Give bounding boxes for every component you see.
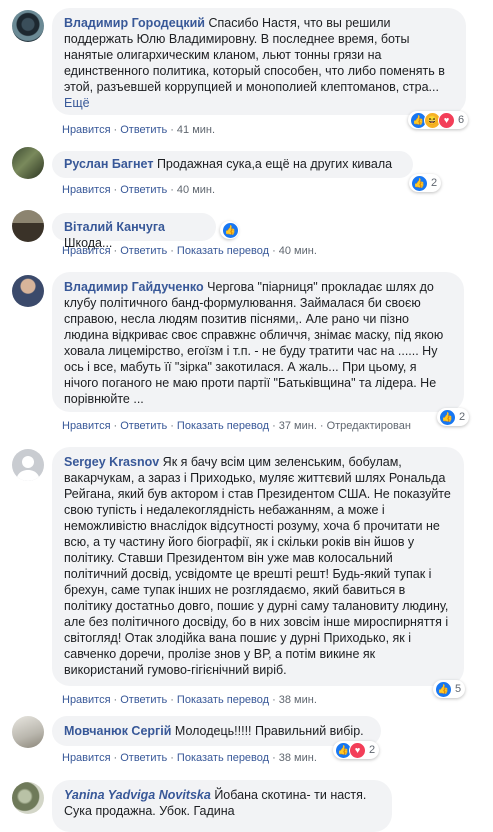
comment-bubble: Sergey Krasnov Як я бачу всім цим зеленс… [52, 447, 464, 686]
see-more-link[interactable]: Ещё [64, 96, 90, 110]
comment-actions: Нравится · Ответить · 40 мин. [62, 184, 216, 196]
reply-link[interactable]: Ответить [120, 245, 167, 257]
comment-author[interactable]: Віталий Канчуга [64, 220, 165, 234]
comment-time[interactable]: 40 мин. [279, 245, 317, 257]
reaction-count: 2 [431, 177, 438, 189]
like-link[interactable]: Нравится [62, 184, 111, 196]
love-icon: ♥ [349, 741, 366, 759]
comment-time[interactable]: 38 мин. [279, 694, 317, 706]
comment-actions: Нравится · Ответить · Показать перевод · 38 ми… [62, 694, 317, 706]
see-translation-link[interactable]: Показать перевод [177, 245, 269, 257]
see-translation-link[interactable]: Показать перевод [177, 420, 269, 432]
avatar[interactable] [12, 782, 44, 814]
comment-time[interactable]: 41 мин. [177, 124, 215, 136]
comment-time[interactable]: 40 мин. [177, 184, 215, 196]
comment-time[interactable]: 38 мин. [279, 752, 317, 764]
reaction-summary[interactable]: 👍 ♥ 2 [333, 741, 380, 759]
comment-text: Молодець!!!!! Правильний вибір. [174, 724, 364, 738]
reaction-summary[interactable]: 👍 5 [433, 680, 466, 698]
see-translation-link[interactable]: Показать перевод [177, 694, 269, 706]
like-link[interactable]: Нравится [62, 694, 111, 706]
comment-bubble: Владимир Гайдученко Чергова "піарниця" п… [52, 272, 464, 412]
see-translation-link[interactable]: Показать перевод [177, 752, 269, 764]
like-link[interactable]: Нравится [62, 752, 111, 764]
comment-time[interactable]: 37 мин. [279, 420, 317, 432]
reply-link[interactable]: Ответить [120, 752, 167, 764]
avatar[interactable] [12, 716, 44, 748]
comment-bubble: Yanina Yadviga Novitska Йобана скотина- … [52, 780, 392, 832]
reply-link[interactable]: Ответить [120, 184, 167, 196]
reply-link[interactable]: Ответить [120, 694, 167, 706]
reaction-summary[interactable]: 👍 2 [409, 174, 442, 192]
reaction-count: 2 [369, 744, 376, 756]
comment-actions: Нравится · Ответить · Показать перевод · 38 ми… [62, 752, 317, 764]
comment-bubble: Руслан Багнет Продажная сука,а ещё на др… [52, 151, 413, 178]
comment-actions: Нравится · Ответить · Показать перевод · 37 ми… [62, 420, 411, 432]
comment-author[interactable]: Владимир Гайдученко [64, 280, 204, 294]
reaction-count: 6 [458, 114, 465, 126]
comment-actions: Нравится · Ответить · Показать перевод · 40 ми… [62, 245, 317, 257]
like-icon: 👍 [222, 221, 239, 239]
comment-bubble: Владимир Городецкий Спасибо Настя, что в… [52, 8, 466, 115]
edited-label: Отредактирован [326, 420, 411, 432]
avatar[interactable] [12, 275, 44, 307]
comment-actions: Нравится · Ответить · 41 мин. [62, 124, 216, 136]
comment-text: Як я бачу всім цим зеленським, бобулам, … [64, 455, 451, 677]
reaction-summary[interactable]: 👍 [220, 221, 239, 239]
default-avatar-icon [16, 456, 40, 481]
comment-author[interactable]: Sergey Krasnov [64, 455, 159, 469]
like-link[interactable]: Нравится [62, 420, 111, 432]
comment-text: Продажная сука,а ещё на других кивала [156, 157, 393, 171]
like-icon: 👍 [411, 174, 428, 192]
reply-link[interactable]: Ответить [120, 420, 167, 432]
like-link[interactable]: Нравится [62, 124, 111, 136]
avatar[interactable] [12, 10, 44, 42]
comment-author[interactable]: Мовчанюк Сергій [64, 724, 171, 738]
like-link[interactable]: Нравится [62, 245, 111, 257]
comment-bubble: Мовчанюк Сергій Молодець!!!!! Правильний… [52, 716, 381, 746]
like-icon: 👍 [439, 408, 456, 426]
reaction-summary[interactable]: 👍 😆 ♥ 6 [408, 111, 469, 129]
comment-author[interactable]: Руслан Багнет [64, 157, 153, 171]
avatar[interactable] [12, 449, 44, 481]
comment-author[interactable]: Владимир Городецкий [64, 16, 205, 30]
reply-link[interactable]: Ответить [120, 124, 167, 136]
love-icon: ♥ [438, 111, 455, 129]
like-icon: 👍 [435, 680, 452, 698]
comment-text: Чергова "піарниця" прокладає шлях до клу… [64, 280, 444, 406]
avatar[interactable] [12, 147, 44, 179]
comment-bubble: Віталий Канчуга Шкода... [52, 213, 216, 250]
reaction-count: 2 [459, 411, 466, 423]
reaction-count: 5 [455, 683, 462, 695]
comment-author[interactable]: Yanina Yadviga Novitska [64, 788, 211, 802]
avatar[interactable] [12, 210, 44, 242]
reaction-summary[interactable]: 👍 2 [437, 408, 470, 426]
